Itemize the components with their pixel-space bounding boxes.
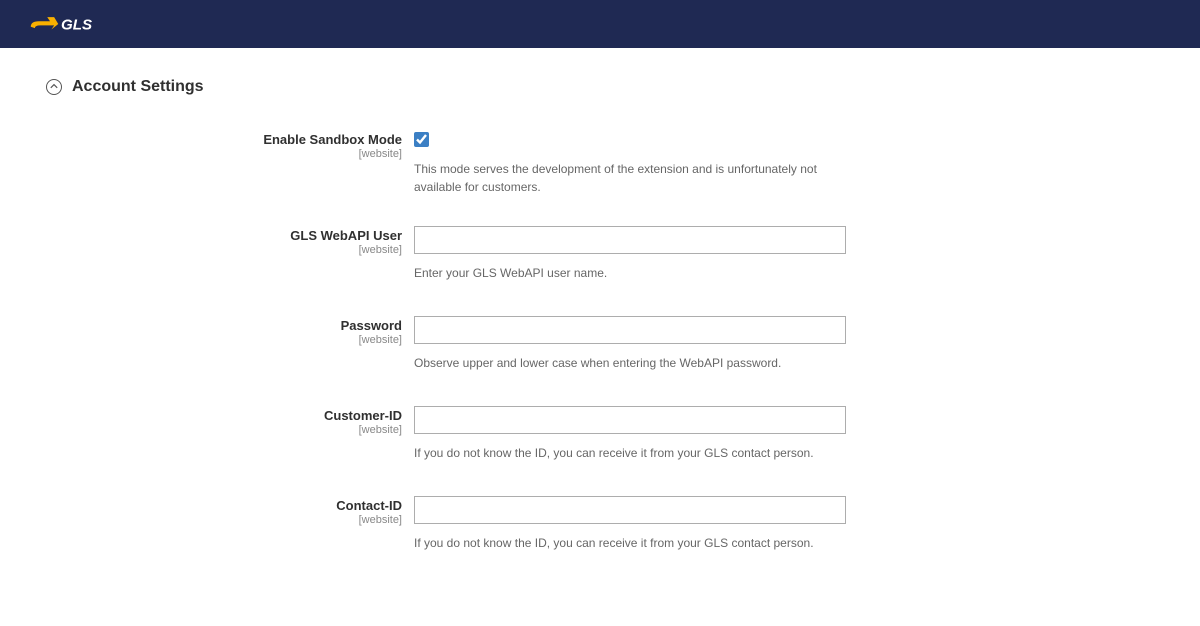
row-sandbox: Enable Sandbox Mode [website] This mode … [46, 130, 1164, 196]
label-col-password: Password [website] [46, 316, 414, 372]
contact-id-scope: [website] [46, 514, 402, 526]
label-col-contact-id: Contact-ID [website] [46, 496, 414, 552]
customer-id-label: Customer-ID [46, 408, 402, 423]
gls-logo-icon: GLS [28, 13, 111, 35]
input-col-customer-id: If you do not know the ID, you can recei… [414, 406, 846, 462]
customer-id-input[interactable] [414, 406, 846, 434]
password-help: Observe upper and lower case when enteri… [414, 354, 834, 372]
webapi-user-scope: [website] [46, 244, 402, 256]
input-col-contact-id: If you do not know the ID, you can recei… [414, 496, 846, 552]
row-contact-id: Contact-ID [website] If you do not know … [46, 496, 1164, 552]
input-col-password: Observe upper and lower case when enteri… [414, 316, 846, 372]
section-header[interactable]: Account Settings [46, 78, 1164, 96]
webapi-user-help: Enter your GLS WebAPI user name. [414, 264, 834, 282]
contact-id-label: Contact-ID [46, 498, 402, 513]
password-scope: [website] [46, 334, 402, 346]
sandbox-checkbox[interactable] [414, 132, 429, 147]
label-col-webapi-user: GLS WebAPI User [website] [46, 226, 414, 282]
sandbox-label: Enable Sandbox Mode [46, 132, 402, 147]
contact-id-help: If you do not know the ID, you can recei… [414, 534, 834, 552]
password-input[interactable] [414, 316, 846, 344]
sandbox-scope: [website] [46, 148, 402, 160]
webapi-user-label: GLS WebAPI User [46, 228, 402, 243]
gls-logo: GLS [28, 13, 111, 35]
sandbox-help: This mode serves the development of the … [414, 160, 834, 196]
svg-text:GLS: GLS [61, 17, 92, 34]
collapse-icon [46, 79, 62, 95]
label-col-sandbox: Enable Sandbox Mode [website] [46, 130, 414, 196]
webapi-user-input[interactable] [414, 226, 846, 254]
settings-content: Account Settings Enable Sandbox Mode [we… [0, 48, 1200, 626]
customer-id-scope: [website] [46, 424, 402, 436]
input-col-sandbox: This mode serves the development of the … [414, 130, 846, 196]
contact-id-input[interactable] [414, 496, 846, 524]
row-customer-id: Customer-ID [website] If you do not know… [46, 406, 1164, 462]
input-col-webapi-user: Enter your GLS WebAPI user name. [414, 226, 846, 282]
label-col-customer-id: Customer-ID [website] [46, 406, 414, 462]
section-title: Account Settings [72, 78, 204, 96]
customer-id-help: If you do not know the ID, you can recei… [414, 444, 834, 462]
password-label: Password [46, 318, 402, 333]
row-password: Password [website] Observe upper and low… [46, 316, 1164, 372]
top-bar: GLS [0, 0, 1200, 48]
row-webapi-user: GLS WebAPI User [website] Enter your GLS… [46, 226, 1164, 282]
